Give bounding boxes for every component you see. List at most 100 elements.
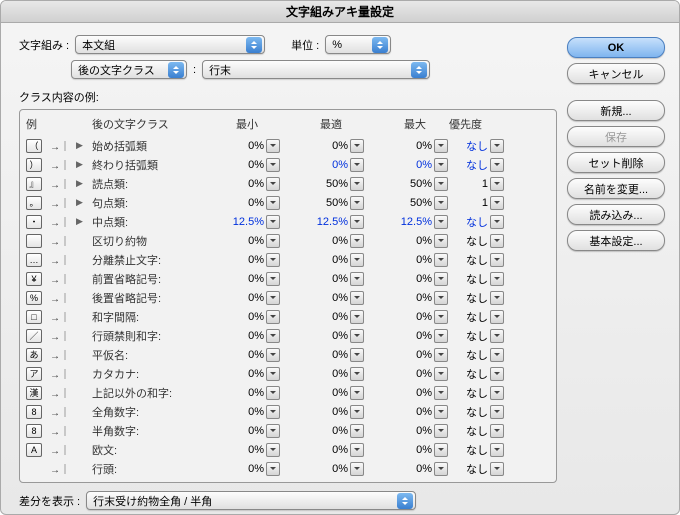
min-cell[interactable]: 0% bbox=[196, 310, 280, 324]
dropdown-icon[interactable] bbox=[266, 386, 280, 400]
dropdown-icon[interactable] bbox=[434, 177, 448, 191]
dropdown-icon[interactable] bbox=[490, 291, 504, 305]
dropdown-icon[interactable] bbox=[490, 158, 504, 172]
new-button[interactable]: 新規... bbox=[567, 100, 665, 121]
dropdown-icon[interactable] bbox=[434, 348, 448, 362]
diff-select[interactable]: 行末受け約物全角 / 半角 bbox=[86, 491, 416, 510]
max-cell[interactable]: 0% bbox=[364, 367, 448, 381]
dropdown-icon[interactable] bbox=[434, 196, 448, 210]
dropdown-icon[interactable] bbox=[266, 291, 280, 305]
max-cell[interactable]: 12.5% bbox=[364, 215, 448, 229]
dropdown-icon[interactable] bbox=[350, 443, 364, 457]
dropdown-icon[interactable] bbox=[434, 329, 448, 343]
priority-cell[interactable]: なし bbox=[448, 328, 504, 344]
dropdown-icon[interactable] bbox=[490, 310, 504, 324]
dropdown-icon[interactable] bbox=[350, 234, 364, 248]
min-cell[interactable]: 0% bbox=[196, 462, 280, 476]
min-cell[interactable]: 0% bbox=[196, 443, 280, 457]
dropdown-icon[interactable] bbox=[266, 405, 280, 419]
opt-cell[interactable]: 50% bbox=[280, 196, 364, 210]
ok-button[interactable]: OK bbox=[567, 37, 665, 58]
min-cell[interactable]: 0% bbox=[196, 158, 280, 172]
dropdown-icon[interactable] bbox=[350, 367, 364, 381]
priority-cell[interactable]: なし bbox=[448, 157, 504, 173]
unit-select[interactable]: % bbox=[325, 35, 391, 54]
max-cell[interactable]: 0% bbox=[364, 443, 448, 457]
priority-cell[interactable]: なし bbox=[448, 423, 504, 439]
max-cell[interactable]: 0% bbox=[364, 329, 448, 343]
max-cell[interactable]: 0% bbox=[364, 405, 448, 419]
min-cell[interactable]: 0% bbox=[196, 386, 280, 400]
max-cell[interactable]: 0% bbox=[364, 462, 448, 476]
dropdown-icon[interactable] bbox=[490, 462, 504, 476]
dropdown-icon[interactable] bbox=[434, 310, 448, 324]
priority-cell[interactable]: なし bbox=[448, 138, 504, 154]
dropdown-icon[interactable] bbox=[266, 158, 280, 172]
dropdown-icon[interactable] bbox=[490, 367, 504, 381]
max-cell[interactable]: 0% bbox=[364, 310, 448, 324]
opt-cell[interactable]: 0% bbox=[280, 158, 364, 172]
opt-cell[interactable]: 0% bbox=[280, 329, 364, 343]
priority-cell[interactable]: なし bbox=[448, 309, 504, 325]
min-cell[interactable]: 0% bbox=[196, 234, 280, 248]
dropdown-icon[interactable] bbox=[266, 443, 280, 457]
dropdown-icon[interactable] bbox=[266, 177, 280, 191]
dropdown-icon[interactable] bbox=[266, 424, 280, 438]
max-cell[interactable]: 0% bbox=[364, 386, 448, 400]
dropdown-icon[interactable] bbox=[434, 405, 448, 419]
dropdown-icon[interactable] bbox=[350, 215, 364, 229]
min-cell[interactable]: 0% bbox=[196, 291, 280, 305]
min-cell[interactable]: 0% bbox=[196, 329, 280, 343]
priority-cell[interactable]: なし bbox=[448, 385, 504, 401]
min-cell[interactable]: 0% bbox=[196, 272, 280, 286]
priority-cell[interactable]: なし bbox=[448, 271, 504, 287]
priority-cell[interactable]: なし bbox=[448, 233, 504, 249]
priority-cell[interactable]: なし bbox=[448, 214, 504, 230]
opt-cell[interactable]: 0% bbox=[280, 291, 364, 305]
dropdown-icon[interactable] bbox=[490, 443, 504, 457]
min-cell[interactable]: 0% bbox=[196, 348, 280, 362]
dropdown-icon[interactable] bbox=[350, 177, 364, 191]
delete-set-button[interactable]: セット削除 bbox=[567, 152, 665, 173]
priority-cell[interactable]: なし bbox=[448, 347, 504, 363]
min-cell[interactable]: 0% bbox=[196, 253, 280, 267]
dropdown-icon[interactable] bbox=[350, 310, 364, 324]
save-button[interactable]: 保存 bbox=[567, 126, 665, 147]
max-cell[interactable]: 0% bbox=[364, 234, 448, 248]
dropdown-icon[interactable] bbox=[350, 291, 364, 305]
dropdown-icon[interactable] bbox=[490, 424, 504, 438]
min-cell[interactable]: 12.5% bbox=[196, 215, 280, 229]
dropdown-icon[interactable] bbox=[434, 424, 448, 438]
priority-cell[interactable]: なし bbox=[448, 404, 504, 420]
dropdown-icon[interactable] bbox=[434, 367, 448, 381]
max-cell[interactable]: 0% bbox=[364, 139, 448, 153]
target-select[interactable]: 行末 bbox=[202, 60, 430, 79]
min-cell[interactable]: 0% bbox=[196, 367, 280, 381]
min-cell[interactable]: 0% bbox=[196, 196, 280, 210]
dropdown-icon[interactable] bbox=[266, 196, 280, 210]
dropdown-icon[interactable] bbox=[490, 348, 504, 362]
min-cell[interactable]: 0% bbox=[196, 139, 280, 153]
dropdown-icon[interactable] bbox=[266, 367, 280, 381]
dropdown-icon[interactable] bbox=[350, 158, 364, 172]
dropdown-icon[interactable] bbox=[266, 139, 280, 153]
dropdown-icon[interactable] bbox=[266, 272, 280, 286]
opt-cell[interactable]: 0% bbox=[280, 386, 364, 400]
opt-cell[interactable]: 50% bbox=[280, 177, 364, 191]
cancel-button[interactable]: キャンセル bbox=[567, 63, 665, 84]
rename-button[interactable]: 名前を変更... bbox=[567, 178, 665, 199]
dropdown-icon[interactable] bbox=[490, 386, 504, 400]
max-cell[interactable]: 0% bbox=[364, 253, 448, 267]
dropdown-icon[interactable] bbox=[490, 139, 504, 153]
opt-cell[interactable]: 0% bbox=[280, 443, 364, 457]
max-cell[interactable]: 0% bbox=[364, 348, 448, 362]
dropdown-icon[interactable] bbox=[490, 196, 504, 210]
opt-cell[interactable]: 0% bbox=[280, 139, 364, 153]
priority-cell[interactable]: なし bbox=[448, 290, 504, 306]
min-cell[interactable]: 0% bbox=[196, 424, 280, 438]
dropdown-icon[interactable] bbox=[266, 310, 280, 324]
max-cell[interactable]: 0% bbox=[364, 158, 448, 172]
opt-cell[interactable]: 0% bbox=[280, 424, 364, 438]
max-cell[interactable]: 50% bbox=[364, 196, 448, 210]
opt-cell[interactable]: 12.5% bbox=[280, 215, 364, 229]
